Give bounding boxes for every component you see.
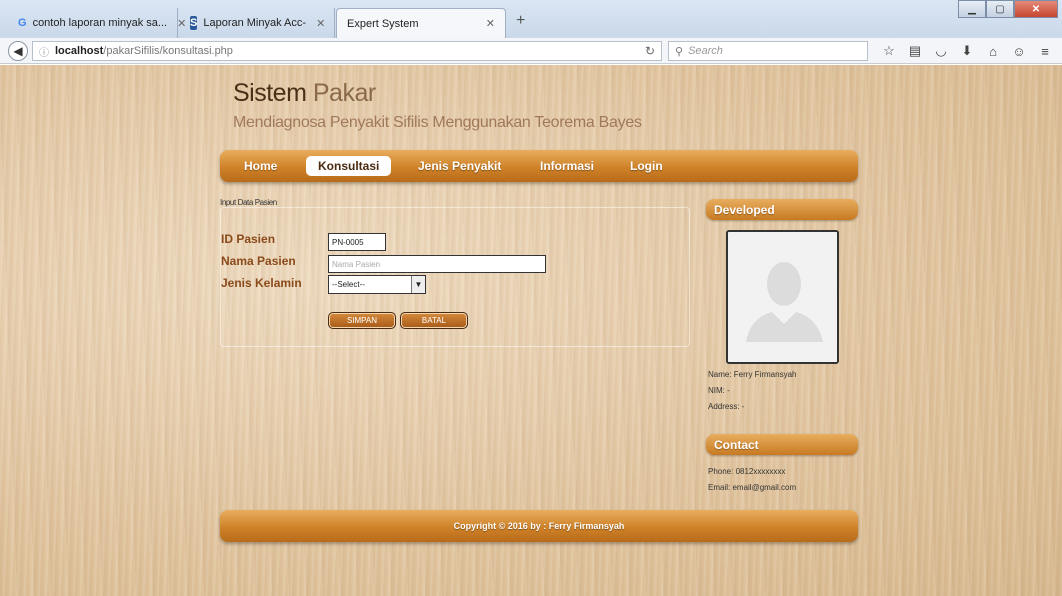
reload-icon[interactable]: ↻	[645, 44, 655, 58]
dropdown-arrow-icon[interactable]: ▼	[411, 276, 425, 293]
user-silhouette-icon	[728, 232, 837, 362]
toolbar-icons: ☆ ▤ ◡ ⬇ ⌂ ☺ ≡	[876, 42, 1058, 60]
id-pasien-field[interactable]: PN-0005	[328, 233, 386, 251]
reading-list-icon[interactable]: ▤	[902, 42, 928, 60]
site-title: Sistem Pakar	[233, 79, 376, 108]
home-icon[interactable]: ⌂	[980, 42, 1006, 60]
tab-title: Laporan Minyak Acc-	[203, 17, 307, 29]
close-tab-icon[interactable]: ✕	[316, 17, 325, 30]
footer-bar: Copyright © 2016 by : Ferry Firmansyah	[220, 510, 858, 542]
search-icon: ⚲	[675, 45, 684, 58]
url-path: /pakarSifilis/konsultasi.php	[103, 45, 233, 57]
select-value: --Select--	[332, 280, 365, 289]
site-subtitle: Mendiagnosa Penyakit Sifilis Menggunakan…	[233, 114, 642, 131]
nama-pasien-label: Nama Pasien	[221, 254, 296, 268]
menu-hamburger-icon[interactable]: ≡	[1032, 42, 1058, 60]
site-title-part1: Sistem	[233, 79, 307, 107]
footer-copyright: Copyright © 2016 by : Ferry Firmansyah	[453, 521, 625, 531]
browser-nav-bar: ◀ ⓘ localhost /pakarSifilis/konsultasi.p…	[0, 38, 1062, 64]
info-icon[interactable]: ⓘ	[39, 44, 49, 59]
bookmark-star-icon[interactable]: ☆	[876, 42, 902, 60]
search-input[interactable]: ⚲ Search	[668, 41, 868, 61]
maximize-icon[interactable]: ▢	[986, 0, 1014, 18]
batal-button[interactable]: BATAL	[400, 312, 468, 329]
download-icon[interactable]: ⬇	[954, 42, 980, 60]
id-pasien-label: ID Pasien	[221, 232, 276, 246]
jenis-kelamin-label: Jenis Kelamin	[221, 276, 302, 290]
browser-tab-bar: G contoh laporan minyak sa... ✕ S Lapora…	[0, 0, 1062, 38]
contact-email: Email: email@gmail.com	[708, 483, 797, 492]
menu-jenis-penyakit[interactable]: Jenis Penyakit	[406, 156, 513, 176]
minimize-icon[interactable]: ▁	[958, 0, 986, 18]
main-menu: Home Konsultasi Jenis Penyakit Informasi…	[220, 150, 858, 182]
pocket-icon[interactable]: ◡	[928, 42, 954, 60]
form-caption: Input Data Pasien	[220, 198, 277, 207]
url-host: localhost	[55, 45, 104, 57]
menu-home[interactable]: Home	[232, 156, 289, 176]
tab-title: Expert System	[347, 17, 419, 30]
google-icon: G	[18, 17, 27, 29]
browser-tab-active[interactable]: Expert System ✕	[336, 8, 506, 38]
simpan-button[interactable]: SIMPAN	[328, 312, 396, 329]
browser-tab-1[interactable]: G contoh laporan minyak sa... ✕	[8, 8, 186, 38]
menu-informasi[interactable]: Informasi	[528, 156, 606, 176]
nama-pasien-field[interactable]: Nama Pasien	[328, 255, 546, 273]
close-tab-icon[interactable]: ✕	[486, 17, 495, 30]
browser-tab-2[interactable]: S Laporan Minyak Acc- ✕	[180, 8, 335, 38]
menu-konsultasi[interactable]: Konsultasi	[306, 156, 392, 176]
window-controls: ▁ ▢ ✕	[958, 0, 1058, 18]
back-arrow-icon[interactable]: ◀	[8, 41, 28, 61]
developed-heading: Developed	[706, 199, 858, 220]
developer-address: Address: -	[708, 402, 745, 411]
address-bar[interactable]: ⓘ localhost /pakarSifilis/konsultasi.php…	[32, 41, 662, 61]
page-content: Sistem Pakar Mendiagnosa Penyakit Sifili…	[0, 65, 1062, 596]
new-tab-icon[interactable]: +	[516, 12, 525, 30]
contact-phone: Phone: 0812xxxxxxxx	[708, 467, 786, 476]
search-placeholder: Search	[688, 45, 723, 57]
contact-heading: Contact	[706, 434, 858, 455]
jenis-kelamin-select[interactable]: --Select-- ▼	[328, 275, 426, 294]
close-window-icon[interactable]: ✕	[1014, 0, 1058, 18]
developer-nim: NIM: -	[708, 386, 730, 395]
site-title-part2: Pakar	[312, 79, 376, 107]
developer-name: Name: Ferry Firmansyah	[708, 370, 797, 379]
tab-title: contoh laporan minyak sa...	[32, 17, 168, 29]
site-s-icon: S	[190, 16, 198, 30]
avatar	[726, 230, 839, 364]
menu-login[interactable]: Login	[618, 156, 675, 176]
smiley-icon[interactable]: ☺	[1006, 42, 1032, 60]
